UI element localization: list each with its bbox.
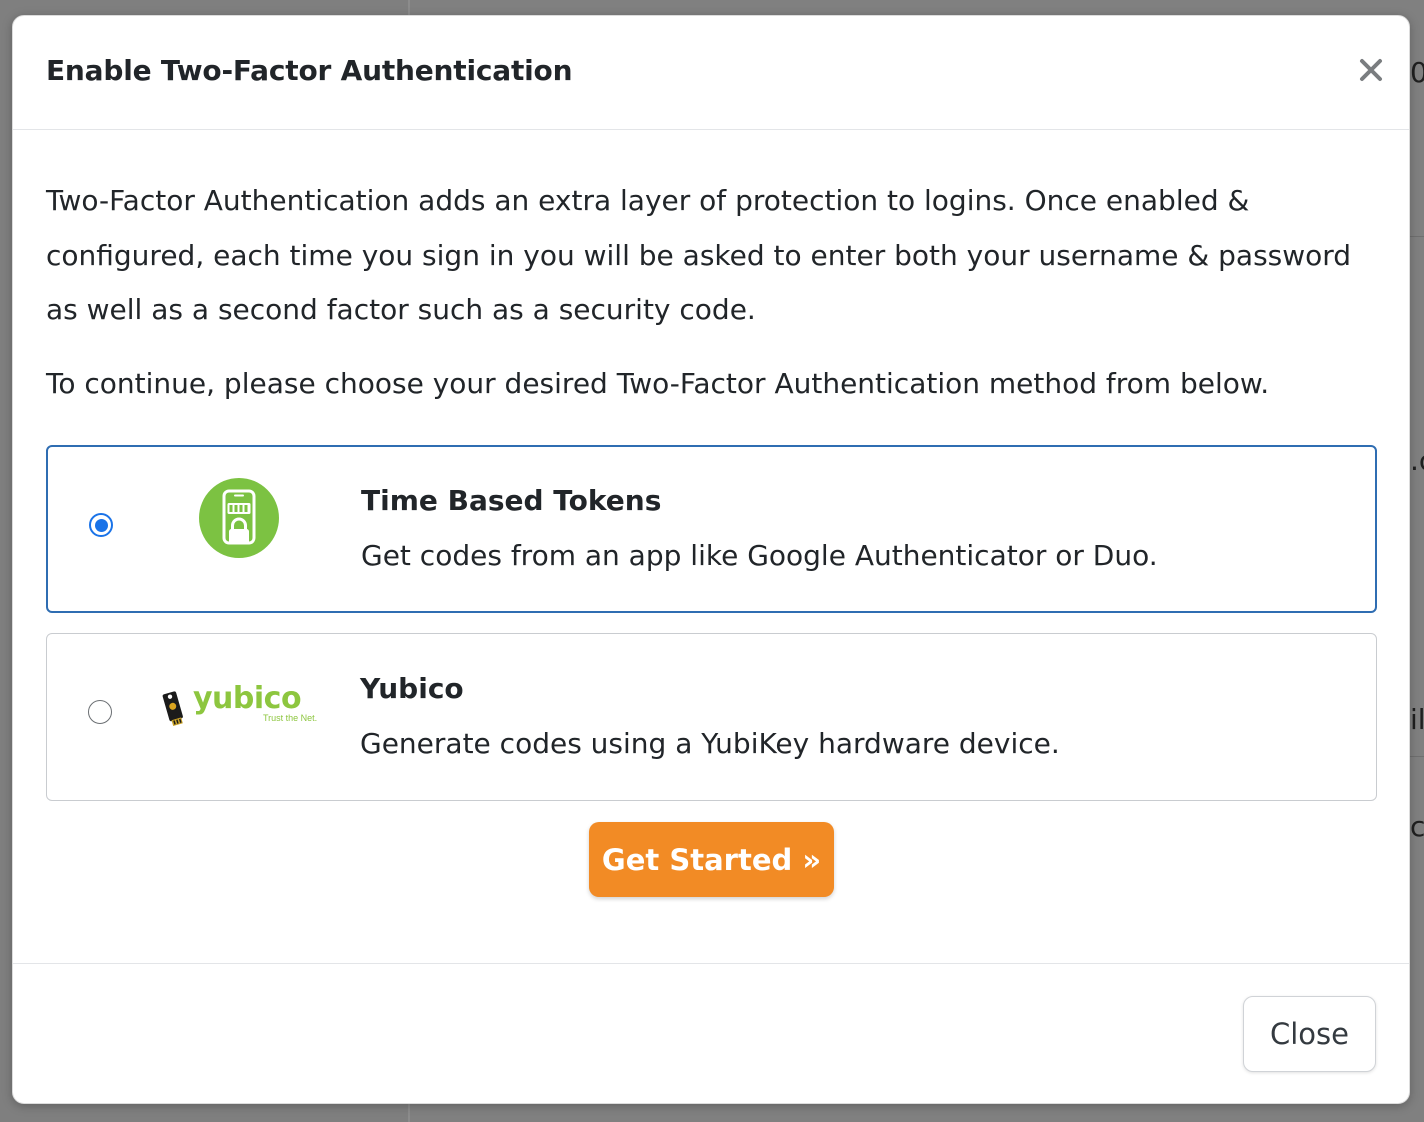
background-text-fragment: c bbox=[1410, 812, 1424, 842]
background-text-fragment: .c bbox=[1410, 446, 1424, 476]
instruction-text: To continue, please choose your desired … bbox=[46, 367, 1270, 400]
close-button[interactable]: Close bbox=[1243, 996, 1376, 1072]
two-factor-modal: Enable Two-Factor Authentication Two-Fac… bbox=[12, 15, 1410, 1104]
modal-header: Enable Two-Factor Authentication bbox=[13, 16, 1409, 130]
yubikey-icon bbox=[162, 691, 183, 726]
option-description: Get codes from an app like Google Authen… bbox=[361, 539, 1158, 572]
option-yubico[interactable]: yubico Trust the Net. Yubico Generate co… bbox=[46, 633, 1377, 801]
yubico-logo: yubico Trust the Net. bbox=[159, 682, 329, 732]
background-text-fragment: 0g bbox=[1410, 58, 1424, 88]
radio-yubico[interactable] bbox=[88, 700, 112, 724]
option-title: Yubico bbox=[360, 672, 464, 705]
background-divider bbox=[1410, 756, 1424, 757]
option-description: Generate codes using a YubiKey hardware … bbox=[360, 727, 1060, 760]
option-title: Time Based Tokens bbox=[361, 484, 662, 517]
intro-paragraph: Two-Factor Authentication adds an extra … bbox=[46, 184, 1352, 326]
yubico-wordmark: yubico bbox=[193, 681, 302, 716]
phone-lock-icon bbox=[199, 478, 279, 558]
modal-body: Two-Factor Authentication adds an extra … bbox=[13, 130, 1409, 963]
background-divider bbox=[1410, 236, 1424, 237]
yubico-tagline: Trust the Net. bbox=[263, 713, 318, 723]
modal-close-button[interactable] bbox=[1353, 52, 1389, 88]
option-time-based-tokens[interactable]: Time Based Tokens Get codes from an app … bbox=[46, 445, 1377, 613]
close-x-icon bbox=[1360, 59, 1382, 81]
radio-time-based-tokens[interactable] bbox=[89, 513, 113, 537]
modal-title: Enable Two-Factor Authentication bbox=[46, 54, 573, 87]
get-started-button[interactable]: Get Started » bbox=[589, 822, 834, 897]
modal-footer: Close bbox=[13, 963, 1409, 1104]
background-text-fragment: il bbox=[1410, 705, 1424, 735]
